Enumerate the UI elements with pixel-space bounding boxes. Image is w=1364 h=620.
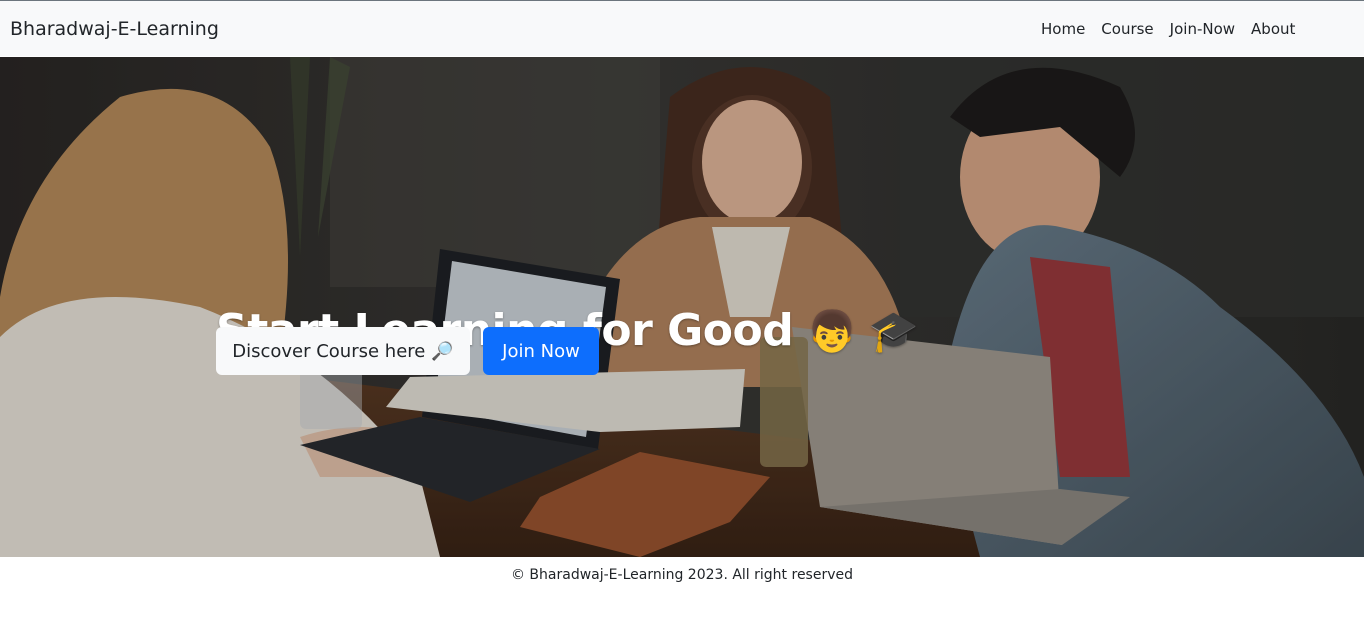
hero-section: Start Learning for Good👦 🎓 Discover Cour… — [0, 57, 1364, 557]
magnifier-icon: 🔎 — [431, 340, 454, 362]
brand-link[interactable]: Bharadwaj-E-Learning — [10, 18, 219, 40]
footer-copyright: © Bharadwaj-E-Learning 2023. All right r… — [510, 567, 853, 583]
boy-graduation-cap-icon: 👦 🎓 — [807, 309, 919, 355]
nav-join-now-link[interactable]: Join-Now — [1170, 20, 1235, 38]
join-now-button[interactable]: Join Now — [483, 327, 599, 375]
nav-links: Home Course Join-Now About — [1041, 20, 1295, 38]
footer: © Bharadwaj-E-Learning 2023. All right r… — [0, 567, 1364, 583]
nav-about-link[interactable]: About — [1251, 20, 1295, 38]
discover-course-label: Discover Course here — [232, 340, 426, 362]
nav-course-link[interactable]: Course — [1101, 20, 1153, 38]
nav-home-link[interactable]: Home — [1041, 20, 1085, 38]
discover-course-button[interactable]: Discover Course here 🔎 — [216, 327, 470, 375]
navbar: Bharadwaj-E-Learning Home Course Join-No… — [0, 0, 1364, 56]
